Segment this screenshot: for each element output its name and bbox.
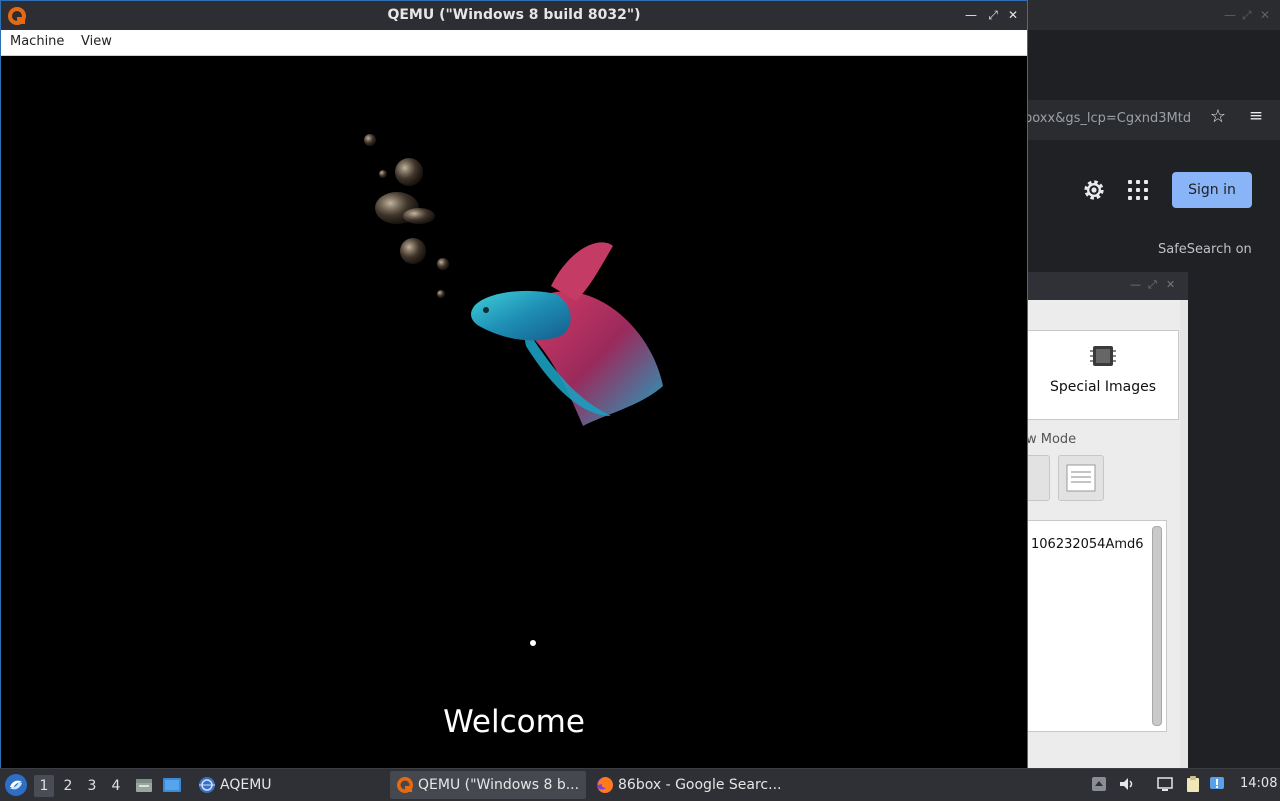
apps-grid-icon[interactable]: [1128, 180, 1150, 202]
workspace-2[interactable]: 2: [58, 775, 78, 797]
browser-tab-area: [1028, 30, 1280, 100]
special-images-panel[interactable]: Special Images: [1028, 330, 1179, 420]
menu-machine[interactable]: Machine: [10, 34, 64, 49]
qemu-icon: [397, 777, 413, 793]
maximize-icon[interactable]: ⤢: [1148, 278, 1157, 292]
browser-address-bar[interactable]: boxx&gs_lcp=Cgxnd3Mtd ☆ ≡: [1024, 100, 1280, 140]
aqemu-icon: [199, 777, 215, 793]
view-mode-label: w Mode: [1026, 432, 1077, 447]
loading-dot: [530, 640, 536, 646]
file-chooser-window-background: — ⤢ ✕ Special Images w Mode 106232054Amd…: [1004, 272, 1188, 768]
file-list[interactable]: 106232054Amd6: [1028, 520, 1167, 732]
qemu-window: QEMU ("Windows 8 build 8032") — ⤢ ✕ Mach…: [0, 0, 1028, 768]
gear-icon[interactable]: [1080, 176, 1108, 204]
qemu-menubar: Machine View: [1, 30, 1027, 56]
bookmark-star-icon[interactable]: ☆: [1206, 106, 1230, 132]
task-qemu[interactable]: QEMU ("Windows 8 b...: [390, 771, 586, 799]
url-text[interactable]: boxx&gs_lcp=Cgxnd3Mtd: [1024, 111, 1194, 126]
clipboard-icon[interactable]: [1184, 775, 1202, 793]
workspace-3[interactable]: 3: [82, 775, 102, 797]
workspace-1[interactable]: 1: [34, 775, 54, 797]
special-images-label: Special Images: [1049, 379, 1157, 395]
notification-icon[interactable]: [1208, 775, 1226, 793]
task-aqemu[interactable]: AQEMU: [192, 771, 342, 799]
minimize-icon[interactable]: —: [1224, 8, 1236, 22]
chip-icon: [1090, 346, 1116, 366]
task-firefox[interactable]: 86box - Google Searc...: [590, 771, 790, 799]
close-icon[interactable]: ✕: [1005, 7, 1021, 23]
task-label: 86box - Google Searc...: [618, 777, 782, 793]
task-label: AQEMU: [220, 777, 272, 793]
vm-display[interactable]: Welcome: [1, 56, 1027, 768]
browser-tabstrip: — ⤢ ✕: [1028, 0, 1280, 30]
betta-fish-image: [364, 134, 663, 426]
google-page: Sign in SafeSearch on: [1028, 140, 1280, 270]
sign-in-button[interactable]: Sign in: [1172, 172, 1252, 208]
welcome-text: Welcome: [443, 704, 585, 740]
firefox-icon: [597, 777, 613, 793]
safesearch-status[interactable]: SafeSearch on: [1158, 242, 1252, 257]
network-icon[interactable]: [1156, 775, 1174, 793]
window-title: QEMU ("Windows 8 build 8032"): [387, 7, 641, 23]
minimize-icon[interactable]: —: [1130, 278, 1141, 291]
task-label: QEMU ("Windows 8 b...: [418, 777, 580, 793]
minimize-icon[interactable]: —: [963, 7, 979, 23]
volume-icon[interactable]: [1118, 775, 1136, 793]
close-icon[interactable]: ✕: [1260, 8, 1270, 22]
taskbar: 1 2 3 4 AQEMU QEMU ("Windows 8 b... 86bo…: [0, 768, 1280, 801]
window-edge: [1180, 300, 1188, 768]
file-manager-icon[interactable]: [134, 775, 154, 795]
list-scrollbar[interactable]: [1152, 526, 1162, 726]
hamburger-menu-icon[interactable]: ≡: [1244, 106, 1268, 132]
workspace-4[interactable]: 4: [106, 775, 126, 797]
start-menu-icon[interactable]: [4, 773, 28, 797]
list-view-icon: [1066, 464, 1096, 492]
menu-view[interactable]: View: [81, 34, 112, 49]
list-view-button[interactable]: [1058, 455, 1104, 501]
maximize-icon[interactable]: ⤢: [1242, 8, 1252, 23]
maximize-icon[interactable]: ⤢: [985, 7, 1001, 23]
tray-arrow-icon[interactable]: [1090, 775, 1108, 793]
qemu-titlebar[interactable]: QEMU ("Windows 8 build 8032") — ⤢ ✕: [1, 1, 1027, 30]
file-chooser-titlebar: — ⤢ ✕: [1028, 272, 1188, 300]
close-icon[interactable]: ✕: [1166, 278, 1175, 291]
clock[interactable]: 14:08: [1240, 776, 1277, 791]
list-item[interactable]: 106232054Amd6: [1031, 537, 1144, 552]
desktop-icon[interactable]: [162, 775, 182, 795]
